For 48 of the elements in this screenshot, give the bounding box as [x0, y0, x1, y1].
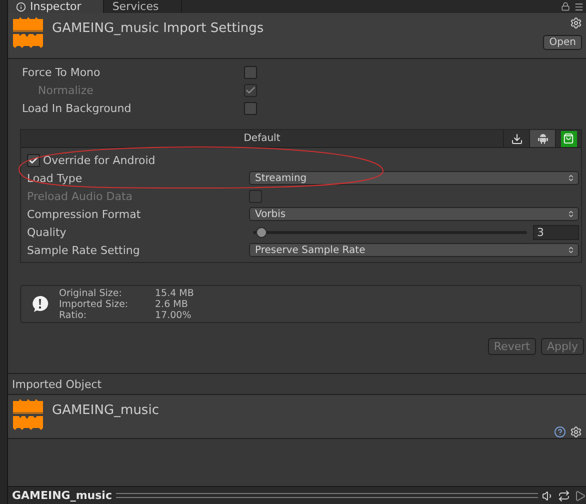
- object-name: GAMEING_music: [52, 403, 159, 420]
- setting-label: Load Type: [27, 172, 82, 184]
- store-icon: [560, 130, 576, 146]
- info-value: 17.00%: [155, 310, 192, 320]
- info-label: Imported Size:: [59, 298, 130, 310]
- waveform-icon: [12, 17, 44, 48]
- menu-icon[interactable]: [574, 2, 584, 12]
- download-icon: [510, 132, 522, 144]
- checkbox[interactable]: [244, 66, 257, 78]
- header-title: GAMEING_music Import Settings: [52, 21, 264, 38]
- updown-arrows-icon: [567, 210, 575, 218]
- help-icon[interactable]: [554, 426, 566, 438]
- checkbox[interactable]: [244, 102, 257, 114]
- info-icon: [16, 2, 26, 12]
- setting-label: Quality: [27, 226, 66, 238]
- option-label: Load In Background: [22, 102, 132, 114]
- info-value: 2.6 MB: [155, 298, 189, 310]
- section-title: Imported Object: [12, 378, 102, 390]
- number-field[interactable]: 3: [533, 224, 579, 240]
- info-value: 15.4 MB: [155, 288, 194, 298]
- override-label: Override for Android: [43, 154, 156, 166]
- open-button[interactable]: Open: [543, 35, 582, 50]
- option-label: Force To Mono: [22, 66, 100, 78]
- info-label: Original Size:: [59, 288, 123, 298]
- lock-icon[interactable]: [561, 2, 570, 11]
- dropdown[interactable]: Preserve Sample Rate: [249, 243, 579, 257]
- robot-icon: [538, 132, 548, 144]
- setting-label: Preload Audio Data: [27, 190, 133, 202]
- checkbox[interactable]: [27, 154, 40, 166]
- updown-arrows-icon: [567, 246, 575, 254]
- updown-arrows-icon: [567, 174, 575, 182]
- preview-title: GAMEING_music: [12, 489, 112, 502]
- play-icon[interactable]: [574, 490, 586, 502]
- setting-label: Sample Rate Setting: [27, 244, 140, 256]
- setting-label: Compression Format: [27, 208, 141, 220]
- slider-thumb[interactable]: [256, 226, 268, 238]
- loop-icon[interactable]: [558, 490, 570, 502]
- dropdown[interactable]: Streaming: [249, 171, 579, 185]
- info-label: Ratio:: [59, 310, 88, 320]
- waveform-icon: [12, 399, 44, 430]
- dropdown[interactable]: Vorbis: [249, 207, 579, 221]
- platform-tab[interactable]: [529, 130, 555, 147]
- settings-icon[interactable]: [570, 426, 582, 438]
- tab[interactable]: Inspector: [8, 0, 104, 13]
- settings-icon[interactable]: [570, 17, 582, 29]
- warning-bubble-icon: [31, 295, 49, 313]
- speaker-icon[interactable]: [542, 490, 554, 502]
- option-label: Normalize: [38, 84, 94, 96]
